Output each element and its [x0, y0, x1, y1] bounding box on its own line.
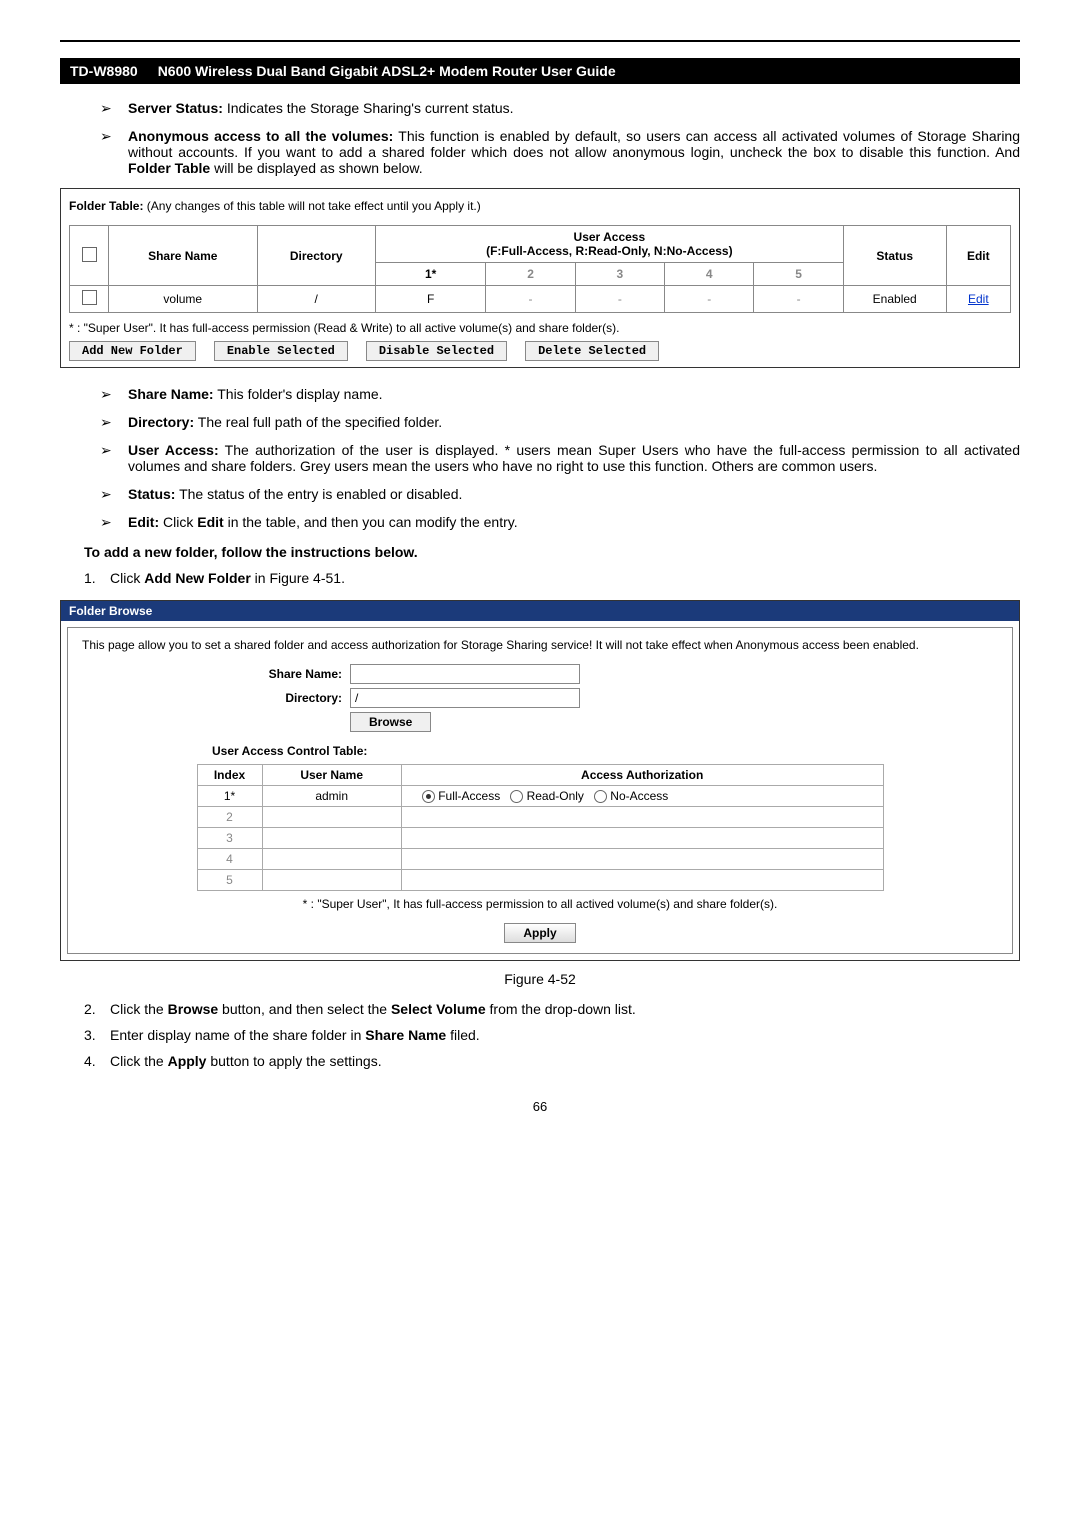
radio-read-only[interactable]: [510, 790, 523, 803]
apply-button[interactable]: Apply: [504, 923, 575, 943]
disable-selected-button[interactable]: Disable Selected: [366, 341, 507, 361]
folder-table-box: Folder Table: (Any changes of this table…: [60, 188, 1020, 368]
folder-table: Share Name Directory User Access (F:Full…: [69, 225, 1011, 313]
step-list-2: 2. Click the Browse button, and then sel…: [84, 1001, 1020, 1069]
table-row: 1* admin Full-Access Read-Only No-Access: [197, 786, 883, 807]
directory-input[interactable]: [350, 688, 580, 708]
cell-username: admin: [262, 786, 401, 807]
header-checkbox[interactable]: [70, 226, 109, 286]
instruction-heading: To add a new folder, follow the instruct…: [84, 544, 1020, 560]
enable-selected-button[interactable]: Enable Selected: [214, 341, 348, 361]
model-number: TD-W8980: [60, 58, 148, 84]
cell-edit[interactable]: Edit: [946, 286, 1010, 313]
bullet-anonymous-access: Anonymous access to all the volumes: Thi…: [100, 128, 1020, 176]
figure-caption: Figure 4-52: [60, 971, 1020, 987]
bullet-list-1: Server Status: Indicates the Storage Sha…: [100, 100, 1020, 176]
col-3: 3: [575, 263, 664, 286]
folder-table-caption: Folder Table: (Any changes of this table…: [69, 195, 1011, 217]
cell-status: Enabled: [843, 286, 946, 313]
table-row: 2: [197, 807, 883, 828]
col-4: 4: [665, 263, 754, 286]
step-2: 2. Click the Browse button, and then sel…: [84, 1001, 1020, 1017]
share-name-label: Share Name:: [82, 667, 350, 681]
step-1: 1. Click Add New Folder in Figure 4-51.: [84, 570, 1020, 586]
bullet-user-access: User Access: The authorization of the us…: [100, 442, 1020, 474]
bullet-share-name: Share Name: This folder's display name.: [100, 386, 1020, 402]
cell-access-2: -: [486, 286, 575, 313]
radio-no-access[interactable]: [594, 790, 607, 803]
directory-label: Directory:: [82, 691, 350, 705]
label: Anonymous access to all the volumes:: [128, 128, 393, 144]
cell-auth: Full-Access Read-Only No-Access: [401, 786, 883, 807]
share-name-input[interactable]: [350, 664, 580, 684]
table-row: 4: [197, 849, 883, 870]
table-row: volume / F - - - - Enabled Edit: [70, 286, 1011, 313]
bullet-directory: Directory: The real full path of the spe…: [100, 414, 1020, 430]
doc-title: N600 Wireless Dual Band Gigabit ADSL2+ M…: [148, 58, 1020, 84]
step-4: 4. Click the Apply button to apply the s…: [84, 1053, 1020, 1069]
th-index: Index: [197, 765, 262, 786]
cell-index: 1*: [197, 786, 262, 807]
header-user-access: User Access (F:Full-Access, R:Read-Only,…: [375, 226, 843, 263]
table-row: 3: [197, 828, 883, 849]
folder-browse-panel: Folder Browse This page allow you to set…: [60, 600, 1020, 961]
col-5: 5: [754, 263, 843, 286]
add-new-folder-button[interactable]: Add New Folder: [69, 341, 196, 361]
radio-full-access[interactable]: [422, 790, 435, 803]
cell-access-1: F: [375, 286, 485, 313]
th-auth: Access Authorization: [401, 765, 883, 786]
header-edit: Edit: [946, 226, 1010, 286]
bullet-list-2: Share Name: This folder's display name. …: [100, 386, 1020, 530]
cell-share-name: volume: [109, 286, 258, 313]
row-checkbox[interactable]: [70, 286, 109, 313]
header-directory: Directory: [257, 226, 375, 286]
header-share-name: Share Name: [109, 226, 258, 286]
step-3: 3. Enter display name of the share folde…: [84, 1027, 1020, 1043]
folder-table-note: * : "Super User". It has full-access per…: [69, 321, 1011, 335]
browse-button[interactable]: Browse: [350, 712, 431, 732]
folder-browse-desc: This page allow you to set a shared fold…: [82, 638, 998, 652]
checkbox-icon[interactable]: [82, 290, 97, 305]
col-2: 2: [486, 263, 575, 286]
checkbox-icon[interactable]: [82, 247, 97, 262]
bullet-server-status: Server Status: Indicates the Storage Sha…: [100, 100, 1020, 116]
access-note: * : "Super User", It has full-access per…: [82, 897, 998, 911]
bullet-edit: Edit: Click Edit in the table, and then …: [100, 514, 1020, 530]
step-list-1: 1. Click Add New Folder in Figure 4-51.: [84, 570, 1020, 586]
doc-header: TD-W8980 N600 Wireless Dual Band Gigabit…: [60, 58, 1020, 84]
text2: will be displayed as shown below.: [210, 160, 422, 176]
cell-directory: /: [257, 286, 375, 313]
cell-access-5: -: [754, 286, 843, 313]
col-1: 1*: [375, 263, 485, 286]
delete-selected-button[interactable]: Delete Selected: [525, 341, 659, 361]
access-table-title: User Access Control Table:: [212, 744, 998, 758]
label: Server Status:: [128, 100, 223, 116]
header-status: Status: [843, 226, 946, 286]
bullet-status: Status: The status of the entry is enabl…: [100, 486, 1020, 502]
access-control-table: Index User Name Access Authorization 1* …: [197, 764, 884, 891]
table-row: 5: [197, 870, 883, 891]
text: Indicates the Storage Sharing's current …: [223, 100, 514, 116]
page-number: 66: [60, 1099, 1020, 1114]
th-username: User Name: [262, 765, 401, 786]
action-button-row: Add New Folder Enable Selected Disable S…: [69, 341, 1011, 361]
edit-link[interactable]: Edit: [968, 292, 989, 306]
label2: Folder Table: [128, 160, 210, 176]
cell-access-3: -: [575, 286, 664, 313]
folder-browse-title: Folder Browse: [61, 601, 1019, 621]
cell-access-4: -: [665, 286, 754, 313]
